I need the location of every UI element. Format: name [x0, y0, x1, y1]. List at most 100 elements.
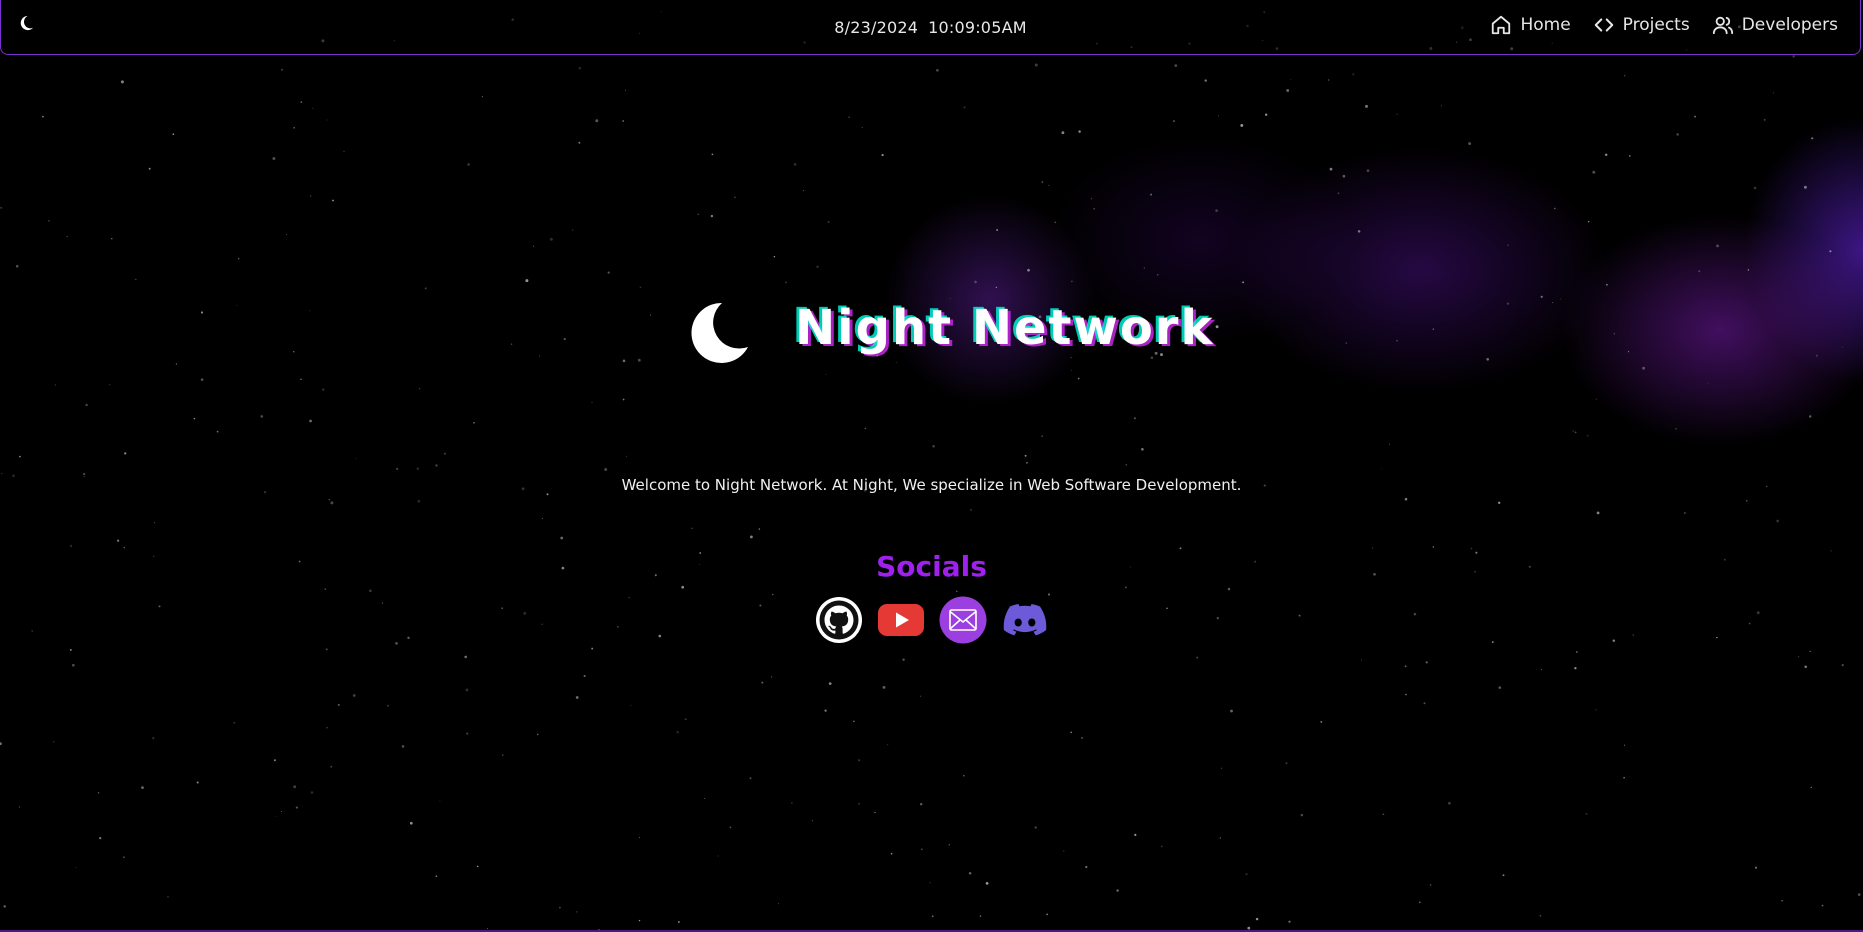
star [811, 820, 814, 822]
star [1125, 463, 1128, 466]
star [1143, 267, 1145, 269]
star [761, 681, 764, 684]
discord-link[interactable] [1001, 596, 1049, 644]
star [1498, 501, 1501, 504]
star [1027, 268, 1030, 272]
star [858, 803, 860, 805]
youtube-icon [877, 604, 924, 636]
star [154, 522, 156, 524]
star [1539, 914, 1542, 917]
star [1629, 155, 1631, 157]
star [141, 786, 144, 789]
star [435, 464, 438, 467]
nav-link-home[interactable]: Home [1490, 14, 1571, 36]
star [575, 911, 578, 913]
star [281, 810, 283, 813]
star [749, 535, 753, 539]
star [1381, 468, 1382, 470]
star [622, 398, 625, 401]
star [1320, 720, 1323, 723]
star [1133, 417, 1136, 420]
star [1804, 665, 1807, 669]
star [343, 150, 345, 153]
star [1405, 693, 1407, 696]
star [1623, 744, 1625, 746]
star [1468, 142, 1472, 146]
star [66, 235, 68, 238]
star [681, 585, 685, 589]
star [273, 759, 276, 762]
star [330, 765, 333, 768]
moon-icon [691, 302, 748, 363]
star [1141, 448, 1144, 451]
star [1265, 113, 1268, 116]
star [1429, 884, 1432, 886]
star [1592, 170, 1596, 174]
star [1624, 75, 1626, 77]
youtube-link[interactable] [877, 596, 925, 644]
nav-link-projects[interactable]: Projects [1593, 14, 1690, 36]
star [920, 803, 923, 806]
star [1034, 826, 1037, 829]
star [75, 866, 77, 869]
star [874, 811, 876, 814]
nav-link-developers[interactable]: Developers [1712, 14, 1838, 36]
star [152, 737, 155, 740]
star [711, 153, 714, 156]
nav-link-label: Projects [1622, 15, 1690, 35]
star [963, 775, 965, 777]
star [858, 759, 861, 762]
star [1596, 511, 1600, 515]
star [536, 733, 539, 736]
star [1507, 244, 1509, 246]
star [120, 80, 124, 84]
star [604, 468, 608, 471]
star [465, 688, 469, 692]
star [135, 278, 137, 281]
page: 8/23/2024 10:09:05AM Home Projects Devel… [0, 0, 1863, 932]
email-link[interactable] [939, 596, 987, 644]
star [948, 844, 950, 846]
star [1747, 269, 1750, 271]
star [1694, 115, 1697, 118]
star [549, 237, 553, 241]
star [864, 427, 867, 430]
star [559, 906, 561, 909]
star [1160, 845, 1163, 848]
star [293, 126, 295, 129]
mail-icon [939, 596, 986, 644]
star [1081, 737, 1083, 739]
star [416, 467, 420, 470]
star [1572, 430, 1574, 432]
star [1440, 105, 1443, 107]
star [1595, 709, 1597, 711]
socials-row [0, 596, 1863, 644]
star [1808, 415, 1812, 418]
star [1240, 123, 1244, 127]
star [0, 742, 2, 746]
star [3, 905, 6, 908]
star [352, 694, 356, 697]
star [749, 777, 752, 780]
star [1382, 813, 1385, 816]
star [502, 754, 504, 756]
star [963, 106, 966, 109]
star [1792, 55, 1795, 58]
star [1829, 250, 1832, 253]
star [932, 444, 935, 448]
star [326, 727, 328, 729]
star [996, 229, 999, 231]
star [1041, 435, 1043, 437]
star [1448, 801, 1451, 805]
star [1041, 181, 1044, 183]
star [1554, 207, 1556, 210]
star [1396, 113, 1398, 115]
star [1389, 443, 1390, 445]
github-link[interactable] [815, 596, 863, 644]
star [281, 68, 283, 71]
star [237, 257, 240, 260]
star [167, 896, 169, 898]
star [1746, 500, 1748, 502]
star [704, 797, 706, 799]
star [995, 286, 998, 289]
